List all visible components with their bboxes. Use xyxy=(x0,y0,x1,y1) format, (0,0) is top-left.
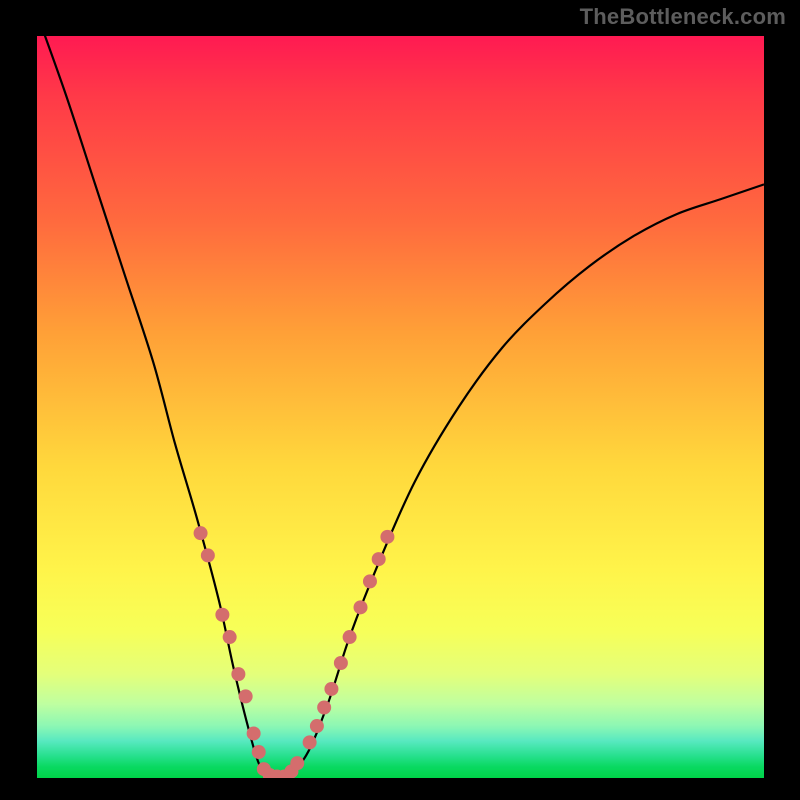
highlight-dot xyxy=(247,726,261,740)
highlight-dot xyxy=(372,552,386,566)
curve-line xyxy=(37,36,764,778)
highlight-dot xyxy=(215,608,229,622)
highlight-dot xyxy=(324,682,338,696)
highlight-dot xyxy=(194,526,208,540)
highlight-dot xyxy=(201,548,215,562)
highlight-dot xyxy=(363,574,377,588)
highlight-dot xyxy=(231,667,245,681)
highlight-dot xyxy=(303,735,317,749)
chart-stage: TheBottleneck.com xyxy=(0,0,800,800)
watermark-text: TheBottleneck.com xyxy=(580,4,786,30)
highlight-dot xyxy=(290,756,304,770)
chart-overlay xyxy=(37,36,764,778)
highlight-dot xyxy=(343,630,357,644)
highlight-dot xyxy=(239,689,253,703)
highlight-dot xyxy=(334,656,348,670)
plot-area xyxy=(37,36,764,778)
highlight-dot xyxy=(380,530,394,544)
highlight-dot xyxy=(317,701,331,715)
highlight-dot xyxy=(354,600,368,614)
highlight-dots-group xyxy=(194,526,395,778)
highlight-dot xyxy=(310,719,324,733)
highlight-dot xyxy=(223,630,237,644)
highlight-dot xyxy=(252,745,266,759)
